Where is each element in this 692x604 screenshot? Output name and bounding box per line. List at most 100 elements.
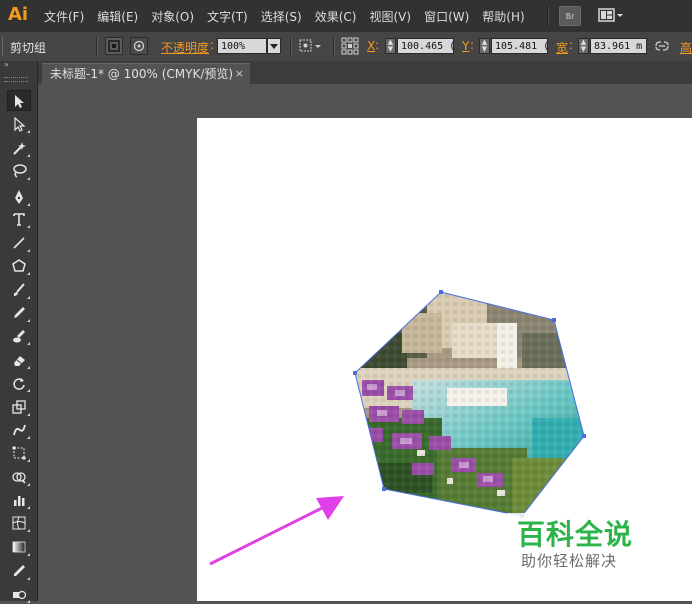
pen-tool-button[interactable] [7,186,31,207]
menu-object[interactable]: 对象(O) [151,8,194,25]
line-segment-tool-button[interactable] [7,232,31,253]
tool-group-indicator [27,600,30,603]
watermark-subtitle: 助你轻松解决 [521,552,618,570]
eraser-tool-icon [14,355,25,366]
gradient-tool-icon [12,541,26,552]
reference-point-button[interactable] [340,36,360,56]
gradient-tool-button[interactable] [7,536,31,557]
width-input[interactable]: 83.961 m [590,38,647,54]
clipping-path-icon [108,40,120,52]
scale-tool-button[interactable] [7,396,31,417]
rotate-tool-icon [13,377,25,390]
menu-help[interactable]: 帮助(H) [482,8,524,25]
magic-wand-tool-button[interactable] [7,137,31,158]
blob-brush-tool-icon [13,329,25,342]
tool-group-indicator [27,459,30,462]
direct-selection-tool-button[interactable] [7,113,31,134]
menu-effect[interactable]: 效果(C) [315,8,357,25]
pencil-tool-button[interactable] [7,302,31,323]
y-input[interactable]: 105.481 ( [491,38,548,54]
width-stepper[interactable]: ▲ ▼ [578,38,589,54]
direct-selection-tool-icon [14,116,26,132]
canvas-area[interactable]: 百科全说 助你轻松解决 [38,84,692,601]
x-label: X [367,39,376,53]
opacity-dropdown[interactable] [267,38,281,54]
warp-tool-icon [13,424,26,435]
tool-group-indicator [27,177,30,180]
rotate-tool-button[interactable] [7,372,31,393]
control-bar: 剪切组 不透明度 : 100% X: ▲ ▼ 100.465 (Y: ▲ … [0,32,692,62]
control-separator [333,37,335,56]
menu-window[interactable]: 窗口(W) [424,8,469,25]
shape-tool-button[interactable] [7,255,31,276]
menu-select[interactable]: 选择(S) [261,8,302,25]
lasso-tool-button[interactable] [7,160,31,181]
tool-group-indicator [27,296,30,299]
line-segment-tool-icon [13,236,25,249]
blob-brush-tool-button[interactable] [7,325,31,346]
menu-separator [547,6,549,26]
constrain-proportions-button[interactable] [653,38,671,54]
pen-tool-icon [15,189,23,204]
mesh-tool-icon [12,516,26,529]
height-label: 高 [680,41,692,55]
tool-group-indicator [27,553,30,556]
blend-tool-icon [13,590,27,599]
opacity-label[interactable]: 不透明度 [161,39,209,56]
annotation-arrow-icon [209,496,344,566]
control-separator [96,37,98,56]
recolor-icon [299,39,321,52]
opacity-input[interactable]: 100% [217,38,267,54]
menu-file[interactable]: 文件(F) [44,8,84,25]
document-tab[interactable]: 未标题-1* @ 100% (CMYK/预览) × [42,63,250,84]
width-colon: : [569,38,574,52]
mesh-tool-button[interactable] [7,512,31,533]
eraser-tool-button[interactable] [7,349,31,370]
tool-group-indicator [27,225,30,228]
reference-point-icon [341,37,359,55]
paintbrush-tool-button[interactable] [7,279,31,300]
tool-group-indicator [27,272,30,275]
shape-builder-tool-button[interactable] [7,466,31,487]
edit-contents-button[interactable] [130,37,148,55]
menu-type[interactable]: 文字(T) [207,8,248,25]
x-colon: : [375,38,380,52]
illustrator-logo: Ai [7,4,29,25]
bridge-button[interactable]: Br [559,6,581,26]
link-icon [655,41,669,51]
arrange-documents-button[interactable] [598,6,626,24]
selection-tool-button[interactable] [7,90,31,111]
close-tab-button[interactable]: × [235,64,244,84]
shape-builder-tool-icon [12,471,26,484]
tool-group-indicator [27,130,30,133]
tool-group-indicator [27,249,30,252]
shape-tool-icon [12,258,26,272]
magic-wand-tool-icon [13,141,26,155]
selection-type-label: 剪切组 [10,41,47,55]
paintbrush-tool-icon [13,282,25,296]
free-transform-tool-button[interactable] [7,442,31,463]
document-tab-title: 未标题-1* @ 100% (CMYK/预览) [50,67,234,81]
free-transform-tool-icon [12,446,26,459]
collapse-panel-icon[interactable]: » [4,60,9,69]
tool-group-indicator [27,413,30,416]
panel-grip[interactable] [4,77,28,82]
tool-group-indicator [27,154,30,157]
menu-edit[interactable]: 编辑(E) [97,8,138,25]
x-input[interactable]: 100.465 ( [397,38,454,54]
y-stepper[interactable]: ▲ ▼ [479,38,490,54]
watermark-title: 百科全说 [517,518,634,551]
graph-tool-button[interactable] [7,489,31,510]
type-tool-button[interactable] [7,208,31,229]
x-stepper[interactable]: ▲ ▼ [385,38,396,54]
tool-group-indicator [27,203,30,206]
warp-tool-button[interactable] [7,419,31,440]
edit-clipping-path-button[interactable] [105,37,123,55]
control-bar-grip [2,37,5,56]
menu-bar: Ai 文件(F) 编辑(E) 对象(O) 文字(T) 选择(S) 效果(C) 视… [0,0,692,33]
edit-contents-icon [133,40,145,52]
menu-items: 文件(F) 编辑(E) 对象(O) 文字(T) 选择(S) 效果(C) 视图(V… [44,0,538,32]
recolor-artwork-button[interactable] [298,37,326,55]
eyedropper-tool-button[interactable] [7,560,31,581]
menu-view[interactable]: 视图(V) [369,8,411,25]
